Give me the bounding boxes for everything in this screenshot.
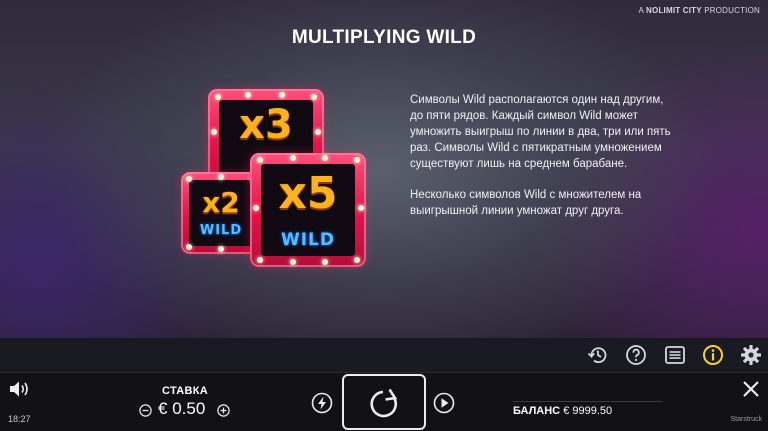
bottom-bar-divider xyxy=(0,372,768,373)
brand-credit: A NOLIMIT CITY PRODUCTION xyxy=(638,6,760,15)
wild-label: WILD xyxy=(199,223,243,238)
bet-currency: € xyxy=(158,399,168,418)
balance-value: € 9999.50 xyxy=(563,405,613,417)
multiplier-label: x5 xyxy=(278,168,338,219)
balance-display: БАЛАНС € 9999.50 xyxy=(513,405,612,417)
balance-divider xyxy=(513,401,663,402)
increase-bet-button[interactable] xyxy=(216,403,230,417)
spin-button[interactable] xyxy=(342,374,426,430)
sound-icon[interactable] xyxy=(8,378,34,400)
paytable-page: A NOLIMIT CITY PRODUCTION MULTIPLYING WI… xyxy=(0,0,768,338)
bet-amount: 0.50 xyxy=(172,399,206,418)
history-icon[interactable] xyxy=(586,343,610,367)
clock-time: 18:27 xyxy=(8,414,31,424)
multiplier-label: x2 xyxy=(202,186,240,219)
bet-label: СТАВКА xyxy=(162,385,209,397)
decrease-bet-button[interactable] xyxy=(138,403,152,417)
balance-label: БАЛАНС xyxy=(513,405,561,417)
game-name: Starstruck xyxy=(730,416,762,423)
paytable-icon[interactable] xyxy=(663,343,687,367)
wild-x5-symbol: x5 WILD xyxy=(250,153,366,267)
feature-description: Символы Wild располагаются один над друг… xyxy=(410,92,672,234)
info-icon[interactable] xyxy=(701,343,725,367)
close-icon[interactable] xyxy=(740,378,762,400)
bet-value: € 0.50 xyxy=(158,399,205,419)
description-paragraph-2: Несколько символов Wild с множителем на … xyxy=(410,189,642,217)
wild-x2-symbol: x2 WILD xyxy=(181,172,261,254)
page-title: MULTIPLYING WILD xyxy=(291,27,477,48)
multiplier-label: x3 xyxy=(239,102,293,148)
autoplay-button[interactable] xyxy=(432,391,456,415)
brand-name: NOLIMIT CITY xyxy=(646,6,702,15)
help-icon[interactable] xyxy=(624,343,648,367)
wild-label: WILD xyxy=(280,230,336,250)
settings-icon[interactable] xyxy=(739,343,763,367)
spin-icon xyxy=(370,388,398,418)
description-paragraph-1: Символы Wild располагаются один над друг… xyxy=(410,94,671,170)
turbo-button[interactable] xyxy=(310,391,334,415)
